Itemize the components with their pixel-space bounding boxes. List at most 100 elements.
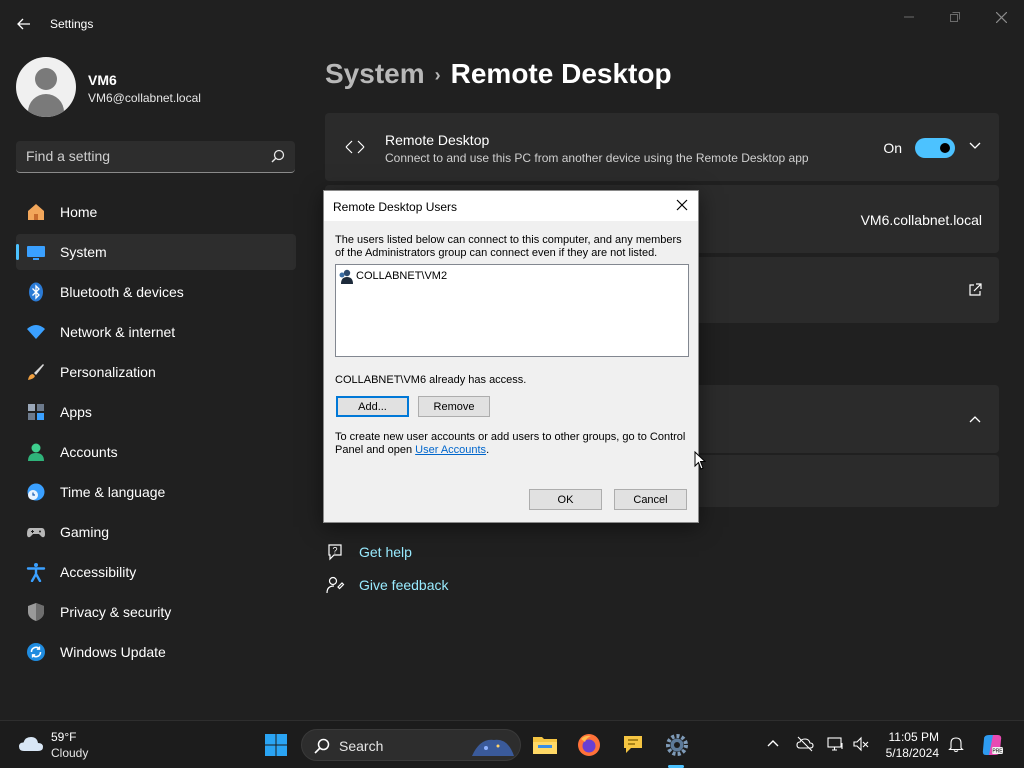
sidebar-item-system[interactable]: System	[16, 234, 296, 270]
user-accounts-link[interactable]: User Accounts	[415, 444, 486, 456]
sidebar-item-apps[interactable]: Apps	[16, 394, 296, 430]
pc-name-value: VM6.collabnet.local	[860, 212, 982, 228]
search-icon[interactable]	[271, 149, 285, 163]
users-listbox[interactable]: COLLABNET\VM2	[335, 264, 689, 357]
user-icon	[339, 269, 353, 284]
gamepad-icon	[27, 528, 45, 538]
minimize-icon	[904, 16, 914, 18]
app-title: Settings	[50, 17, 94, 31]
remove-button[interactable]: Remove	[418, 396, 490, 417]
sidebar-nav: Home System Bluetooth & devices Network …	[16, 194, 296, 674]
minimize-button[interactable]	[886, 6, 932, 28]
chevron-up-icon[interactable]	[969, 415, 981, 423]
back-button[interactable]	[10, 12, 38, 36]
avatar[interactable]	[16, 57, 76, 117]
dialog-description: The users listed below can connect to th…	[335, 234, 682, 259]
brush-icon	[28, 364, 44, 380]
open-external-icon[interactable]	[968, 283, 982, 297]
clock-time[interactable]: 11:05 PM	[889, 730, 939, 744]
accessibility-icon	[26, 563, 46, 582]
settings-taskbar[interactable]	[663, 731, 691, 759]
footer-suffix: .	[486, 444, 490, 456]
give-feedback-link[interactable]: Give feedback	[325, 575, 449, 595]
sidebar-item-accounts[interactable]: Accounts	[16, 434, 296, 470]
search-icon	[314, 738, 330, 754]
toggle-state-label: On	[883, 140, 902, 156]
weather-description[interactable]: Cloudy	[51, 746, 88, 760]
sidebar-item-label: Accessibility	[60, 564, 137, 580]
clock-date[interactable]: 5/18/2024	[886, 746, 939, 760]
firefox-taskbar[interactable]	[575, 731, 603, 759]
get-help-link[interactable]: ? Get help	[325, 542, 412, 562]
sidebar-item-network[interactable]: Network & internet	[16, 314, 296, 350]
remote-desktop-title: Remote Desktop	[385, 132, 490, 148]
sidebar-item-home[interactable]: Home	[16, 194, 296, 230]
cancel-button[interactable]: Cancel	[614, 489, 687, 510]
cloud-icon[interactable]	[18, 734, 44, 754]
sidebar-item-label: Accounts	[60, 444, 118, 460]
sidebar-item-time-language[interactable]: Time & language	[16, 474, 296, 510]
onedrive-offline-icon[interactable]	[796, 735, 814, 753]
chevron-down-icon[interactable]	[969, 142, 981, 150]
clock-globe-icon	[27, 483, 45, 501]
breadcrumb-parent[interactable]: System	[325, 58, 425, 89]
firefox-icon	[578, 734, 600, 756]
sidebar-item-windows-update[interactable]: Windows Update	[16, 634, 296, 670]
copilot-icon[interactable]: PRE	[980, 733, 1004, 757]
avatar-head	[35, 68, 57, 90]
help-icon: ?	[328, 544, 342, 561]
start-button[interactable]	[262, 731, 290, 759]
dialog-title-bar[interactable]: Remote Desktop Users	[324, 191, 698, 221]
svg-text:PRE: PRE	[992, 749, 1003, 755]
list-item[interactable]: COLLABNET\VM2	[338, 268, 447, 284]
network-icon	[27, 325, 45, 339]
volume-muted-icon[interactable]	[852, 735, 870, 753]
windows-logo-icon	[265, 734, 287, 756]
back-arrow-icon	[17, 18, 30, 30]
ok-button[interactable]: OK	[529, 489, 602, 510]
close-icon	[995, 11, 1007, 23]
feedback-icon	[326, 576, 345, 594]
svg-text:?: ?	[332, 546, 337, 556]
remote-desktop-toggle[interactable]	[915, 138, 955, 158]
system-icon	[27, 246, 45, 260]
avatar-body	[28, 94, 64, 117]
mouse-cursor-icon	[694, 451, 706, 470]
sidebar-item-label: Gaming	[60, 524, 110, 540]
sidebar-item-accessibility[interactable]: Accessibility	[16, 554, 296, 590]
list-item-label: COLLABNET\VM2	[356, 270, 448, 282]
sidebar-item-gaming[interactable]: Gaming	[16, 514, 296, 550]
taskbar-search-label: Search	[339, 738, 384, 754]
sidebar-item-label: System	[60, 244, 107, 260]
find-setting-search[interactable]	[16, 141, 295, 173]
remote-desktop-users-dialog: Remote Desktop Users The users listed be…	[323, 190, 699, 523]
close-button[interactable]	[978, 6, 1024, 28]
remote-desktop-card[interactable]: Remote Desktop Connect to and use this P…	[325, 113, 999, 181]
network-display-icon[interactable]	[827, 735, 845, 753]
file-explorer-taskbar[interactable]	[531, 731, 559, 759]
access-note: COLLABNET\VM6 already has access.	[335, 374, 527, 386]
dialog-title: Remote Desktop Users	[333, 200, 458, 214]
chat-app-taskbar[interactable]	[619, 731, 647, 759]
give-feedback-label: Give feedback	[359, 577, 449, 593]
sidebar-item-bluetooth[interactable]: Bluetooth & devices	[16, 274, 296, 310]
gear-icon	[666, 734, 688, 756]
weather-temperature[interactable]: 59°F	[51, 730, 76, 744]
taskbar-search[interactable]: Search	[301, 729, 521, 761]
chevron-up-icon[interactable]	[764, 735, 782, 753]
search-input[interactable]	[16, 141, 256, 171]
folder-icon	[533, 737, 557, 754]
dialog-footer-text: To create new user accounts or add users…	[335, 431, 695, 457]
sidebar-item-privacy-security[interactable]: Privacy & security	[16, 594, 296, 630]
maximize-button[interactable]	[932, 6, 978, 28]
chevron-right-icon: ›	[434, 65, 441, 86]
dialog-close-icon[interactable]	[674, 197, 690, 213]
title-bar: Settings	[0, 0, 1024, 48]
add-button[interactable]: Add...	[336, 396, 409, 417]
home-icon	[28, 204, 44, 220]
notification-bell-icon[interactable]	[947, 735, 965, 753]
sidebar-item-personalization[interactable]: Personalization	[16, 354, 296, 390]
sidebar-item-label: Apps	[60, 404, 92, 420]
shield-icon	[28, 603, 44, 621]
bluetooth-icon	[29, 282, 43, 302]
